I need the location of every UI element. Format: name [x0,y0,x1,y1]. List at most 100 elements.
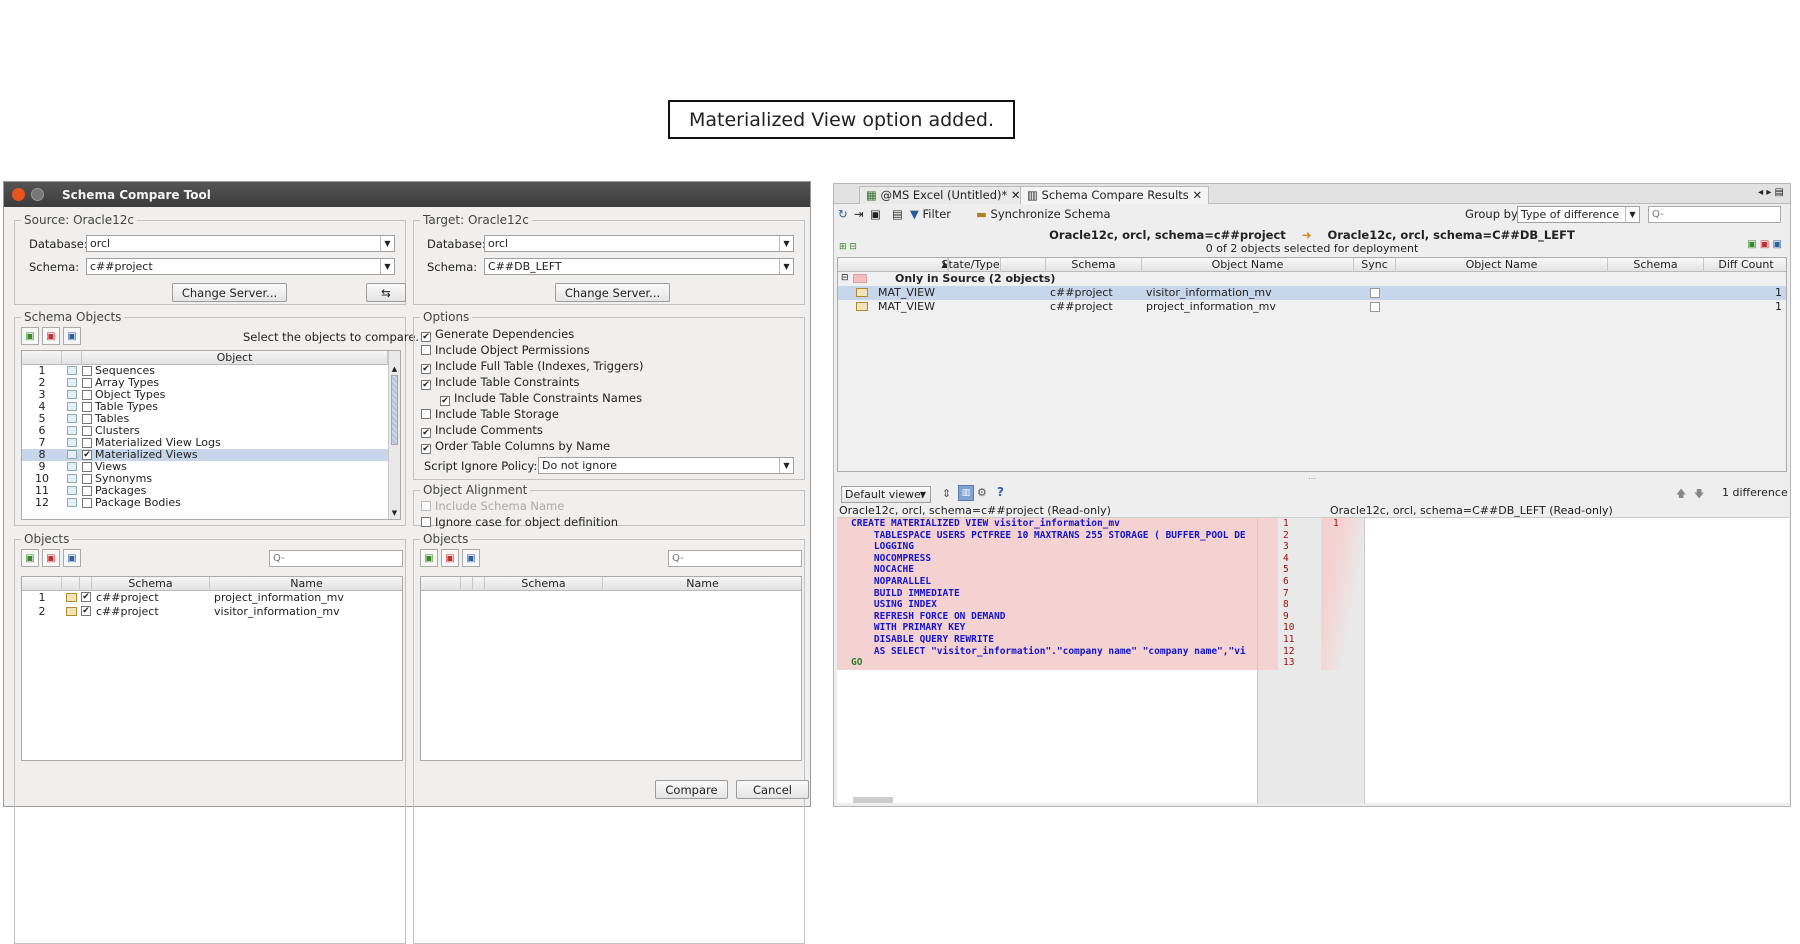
objects-right-search-input[interactable]: Q- [668,550,802,567]
splitter-grip[interactable]: ⋯ [1308,474,1320,483]
tab-navigation-icons[interactable]: ◂ ▸ ▤ [1758,187,1784,198]
deselect-all-button[interactable]: ▣ [42,327,60,345]
object-checkbox[interactable] [82,462,92,472]
result-row[interactable]: MAT_VIEW c##project project_information_mv… [838,300,1786,314]
objects-right-deselect-button[interactable]: ▣ [441,549,459,567]
sync-checkbox[interactable] [1370,302,1380,312]
option-row[interactable]: ✔ Order Table Columns by Name [421,439,610,454]
schema-object-row[interactable]: 5 Tables [22,413,400,425]
object-checkbox[interactable] [82,414,92,424]
col-schema[interactable]: Schema [92,577,210,591]
deselect-all-icon[interactable]: ▣ [1760,239,1769,250]
tab-schema-compare-results[interactable]: ▥ Schema Compare Results ✕ [1020,186,1210,204]
col-state-type[interactable]: State/Type ▲ 1 [838,258,1046,272]
schema-object-row[interactable]: 3 Object Types [22,389,400,401]
report-icon[interactable]: ▣ [870,207,881,221]
objects-left-deselect-button[interactable]: ▣ [42,549,60,567]
source-database-combo[interactable]: orcl ▼ [86,235,395,252]
select-all-button[interactable]: ▣ [21,327,39,345]
object-checkbox[interactable] [82,426,92,436]
compare-button[interactable]: Compare [655,780,728,799]
col-schema[interactable]: Schema [485,577,603,591]
invert-selection-button[interactable]: ▣ [63,327,81,345]
object-checkbox[interactable]: ✔ [81,606,91,616]
filter-button[interactable]: ▼ Filter [910,207,951,221]
option-row[interactable]: ✔ Include Full Table (Indexes, Triggers) [421,359,644,374]
option-checkbox[interactable] [421,409,431,419]
schema-object-row[interactable]: 4 Table Types [22,401,400,413]
option-row[interactable]: ✔ Include Comments [421,423,543,438]
object-checkbox[interactable] [82,402,92,412]
export-icon[interactable]: ⇥ [854,207,864,221]
object-checkbox[interactable] [82,366,92,376]
objects-right-invert-button[interactable]: ▣ [462,549,480,567]
object-checkbox[interactable] [82,486,92,496]
group-by-combo[interactable]: Type of difference ▼ [1517,206,1640,223]
next-difference-icon[interactable]: 🡇 [1694,487,1704,504]
source-code-pane[interactable]: CREATE MATERIALIZED VIEW visitor_informa… [837,518,1257,670]
swap-button[interactable]: ⇆ [366,283,406,302]
col-name[interactable]: Name [210,577,402,591]
schema-object-row[interactable]: 8 ✔ Materialized Views [22,449,400,461]
option-row[interactable]: ✔ Generate Dependencies [421,327,574,342]
option-row[interactable]: Include Object Permissions [421,343,590,357]
source-schema-combo[interactable]: c##project ▼ [86,258,395,275]
option-checkbox[interactable]: ✔ [421,380,431,390]
sync-checkbox[interactable] [1370,288,1380,298]
option-checkbox[interactable]: ✔ [440,396,450,406]
object-checkbox[interactable] [82,378,92,388]
synchronize-schema-button[interactable]: ▬ Synchronize Schema [976,207,1111,221]
target-schema-combo[interactable]: C##DB_LEFT ▼ [484,258,794,275]
cancel-button[interactable]: Cancel [736,780,809,799]
viewer-combo[interactable]: Default viewer ▼ [841,486,931,503]
ignore-case-checkbox[interactable] [421,517,431,527]
horizontal-scrollbar[interactable] [853,797,893,803]
minimize-window-icon[interactable] [31,188,44,201]
schema-object-row[interactable]: 12 Package Bodies [22,497,400,509]
target-change-server-button[interactable]: Change Server... [555,283,670,302]
option-row[interactable]: Include Table Storage [421,407,559,421]
ignore-policy-combo[interactable]: Do not ignore ▼ [538,457,794,474]
schema-object-row[interactable]: 2 Array Types [22,377,400,389]
object-checkbox[interactable] [82,474,92,484]
source-change-server-button[interactable]: Change Server... [172,283,287,302]
object-checkbox[interactable] [82,390,92,400]
select-all-icon[interactable]: ▣ [1747,239,1756,250]
col-object-name-target[interactable]: Object Name [1396,258,1608,272]
settings-icon[interactable]: ⚙ [977,486,987,499]
object-row[interactable]: 2 ✔ c##project visitor_information_mv [22,605,402,619]
schema-object-row[interactable]: 7 Materialized View Logs [22,437,400,449]
objects-left-search-input[interactable]: Q- [269,550,403,567]
col-schema-target[interactable]: Schema [1608,258,1704,272]
previous-difference-icon[interactable]: 🡅 [1676,487,1686,504]
object-checkbox[interactable]: ✔ [82,450,92,460]
object-checkbox[interactable] [82,438,92,448]
option-row[interactable]: ✔ Include Table Constraints [421,375,580,390]
schema-object-row[interactable]: 10 Synonyms [22,473,400,485]
col-schema[interactable]: Schema [1046,258,1142,272]
option-row[interactable]: ✔ Include Table Constraints Names [440,391,642,406]
split-view-icon[interactable]: ⇕ [942,487,951,500]
table-view-icon[interactable]: ▤ [892,207,903,221]
schema-object-row[interactable]: 9 Views [22,461,400,473]
scroll-up-icon[interactable]: ▲ [389,365,400,375]
object-checkbox[interactable]: ✔ [81,592,91,602]
close-icon[interactable]: ✕ [1192,188,1202,202]
option-checkbox[interactable]: ✔ [421,428,431,438]
close-window-icon[interactable] [12,188,25,201]
help-icon[interactable]: ? [997,485,1004,499]
objects-right-select-all-button[interactable]: ▣ [420,549,438,567]
collapse-icon[interactable]: ⊟ [841,272,849,285]
object-checkbox[interactable] [82,498,92,508]
side-by-side-icon[interactable]: ▥ [958,485,974,501]
col-diff-count[interactable]: Diff Count [1704,258,1788,272]
option-checkbox[interactable] [421,345,431,355]
vertical-scrollbar[interactable]: ▲ ▼ [388,351,400,519]
result-row[interactable]: MAT_VIEW c##project visitor_information_mv… [838,286,1786,300]
expand-collapse-icons[interactable]: ⊞ ⊟ [839,242,857,252]
option-checkbox[interactable]: ✔ [421,444,431,454]
tab-ms-excel[interactable]: ▦ @MS Excel (Untitled)* ✕ [859,186,1028,204]
objects-left-select-all-button[interactable]: ▣ [21,549,39,567]
ignore-case-option[interactable]: Ignore case for object definition [421,515,618,529]
object-row[interactable]: 1 ✔ c##project project_information_mv [22,591,402,605]
